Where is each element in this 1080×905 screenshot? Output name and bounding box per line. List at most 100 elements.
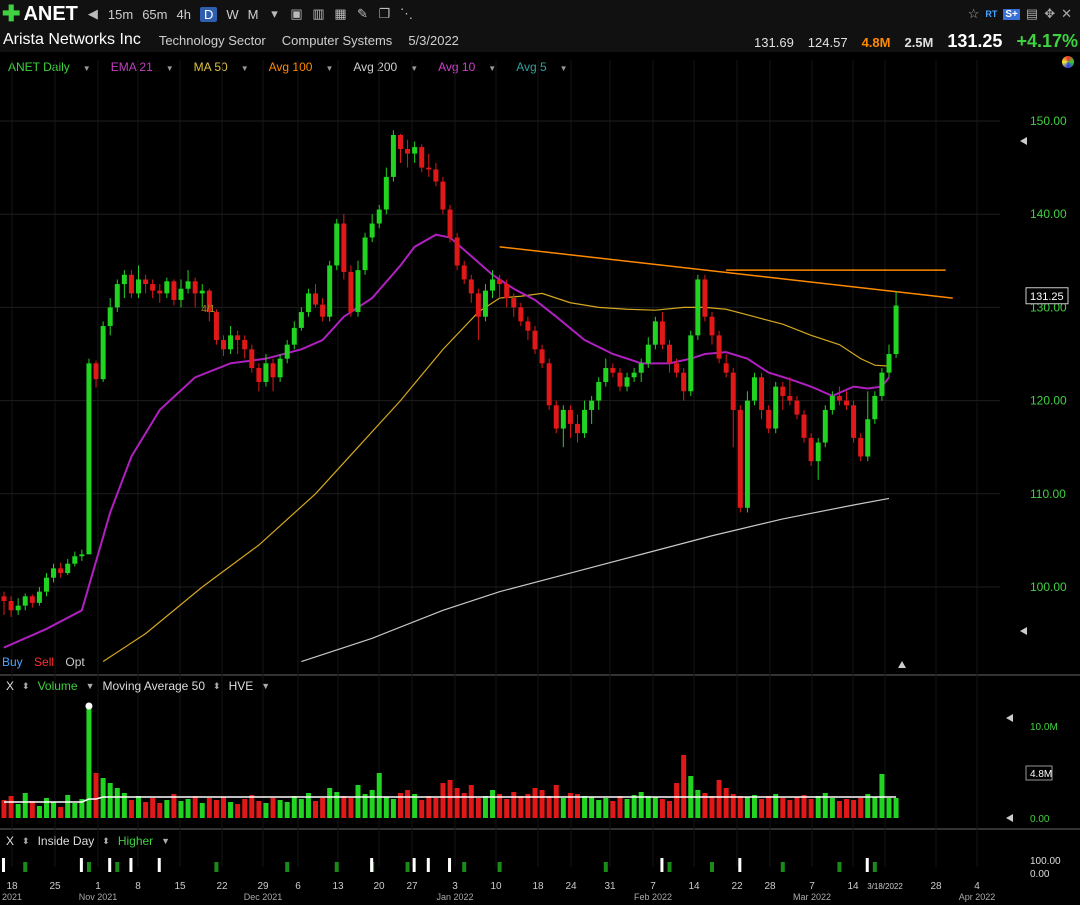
- candle: [511, 298, 517, 308]
- sector-label[interactable]: Technology Sector: [159, 33, 266, 48]
- x-tick-sublabel: Feb 2022: [634, 892, 672, 902]
- sell-button[interactable]: Sell: [34, 655, 54, 669]
- move-icon[interactable]: ✥: [1044, 6, 1055, 22]
- x-tick-label: 29: [257, 881, 269, 892]
- candle: [560, 409, 566, 429]
- panel-divider[interactable]: [0, 674, 1080, 676]
- tf-65m[interactable]: 65m: [142, 7, 167, 22]
- high-value: 131.69: [754, 35, 794, 50]
- scroll-down-icon[interactable]: [1020, 627, 1027, 635]
- higher-bar: [780, 862, 785, 872]
- candle: [313, 293, 319, 305]
- candle: [652, 321, 658, 345]
- chart-canvas[interactable]: 150.00140.00130.00120.00110.00100.004/11…: [0, 52, 1080, 905]
- save-icon[interactable]: ▤: [1026, 6, 1038, 22]
- hve-label[interactable]: HVE: [229, 679, 254, 693]
- volume-bar: [475, 798, 481, 818]
- volume-bar: [235, 804, 241, 818]
- tf-daily[interactable]: D: [199, 6, 218, 22]
- candle: [426, 167, 432, 170]
- volume-close-button[interactable]: X: [6, 679, 14, 693]
- candle: [369, 223, 375, 238]
- tf-monthly[interactable]: M: [248, 7, 259, 22]
- volume-bar: [143, 802, 149, 818]
- candle: [688, 335, 694, 392]
- candle: [815, 442, 821, 462]
- chevron-down-icon[interactable]: ▼: [86, 681, 95, 691]
- calculator-icon[interactable]: ▦: [333, 7, 347, 21]
- options-button[interactable]: Opt: [65, 655, 84, 669]
- tf-weekly[interactable]: W: [226, 7, 238, 22]
- rt-badge[interactable]: RT: [985, 9, 997, 19]
- higher-label[interactable]: Higher: [118, 834, 153, 848]
- higher-bar: [285, 862, 290, 872]
- percent-change: +4.17%: [1016, 31, 1078, 51]
- star-icon[interactable]: ☆: [968, 6, 980, 22]
- volume-ma-label[interactable]: Moving Average 50: [103, 679, 206, 693]
- candle: [447, 209, 453, 238]
- higher-bar: [405, 862, 410, 872]
- industry-label[interactable]: Computer Systems: [282, 33, 393, 48]
- volume-bar: [624, 799, 630, 818]
- candle: [709, 316, 715, 336]
- volume-bar: [851, 800, 857, 818]
- candle: [532, 330, 538, 350]
- tf-15m[interactable]: 15m: [108, 7, 133, 22]
- candle: [589, 400, 595, 410]
- candle: [65, 563, 71, 574]
- scroll-down-icon[interactable]: [1006, 814, 1013, 822]
- chevron-down-icon[interactable]: ▾: [267, 7, 281, 21]
- tf-4h[interactable]: 4h: [176, 7, 190, 22]
- candle: [659, 321, 665, 345]
- inside-day-bar: [108, 858, 112, 872]
- candle: [51, 568, 57, 578]
- close-icon[interactable]: ✕: [1061, 6, 1072, 22]
- bar-chart-icon[interactable]: ▥: [311, 7, 325, 21]
- volume-bar: [298, 799, 304, 818]
- move-panel-icon[interactable]: ⬍: [22, 836, 30, 847]
- indicator-close-button[interactable]: X: [6, 834, 14, 848]
- volume-bar: [114, 788, 120, 818]
- higher-bar: [872, 862, 877, 872]
- panel-divider[interactable]: [0, 828, 1080, 830]
- chevron-down-icon[interactable]: ▼: [161, 836, 170, 846]
- speaker-icon[interactable]: ◀: [86, 7, 100, 21]
- scroll-up-icon[interactable]: [1006, 714, 1013, 722]
- volume-bar: [426, 796, 432, 818]
- move-panel-icon[interactable]: ⬍: [22, 681, 30, 692]
- chart-type-icon[interactable]: ▣: [289, 7, 303, 21]
- candle: [475, 293, 481, 317]
- candle: [270, 363, 276, 378]
- volume-bar: [709, 796, 715, 818]
- candle: [596, 381, 602, 401]
- candle: [574, 423, 580, 434]
- volume-bar: [490, 790, 496, 818]
- move-panel-icon[interactable]: ⬍: [102, 836, 110, 847]
- candle: [15, 605, 21, 611]
- volume-bar: [178, 801, 184, 818]
- collapse-icon[interactable]: [898, 661, 906, 668]
- buy-button[interactable]: Buy: [2, 655, 23, 669]
- volume-bar: [341, 796, 347, 818]
- candle: [525, 321, 531, 331]
- chevron-down-icon[interactable]: ▼: [261, 681, 270, 691]
- candle: [730, 372, 736, 410]
- move-panel-icon[interactable]: ⬍: [213, 681, 221, 692]
- volume-bar: [766, 796, 772, 818]
- volume-bar: [355, 785, 361, 818]
- symbol-label[interactable]: ANET: [23, 3, 77, 26]
- inside-day-label[interactable]: Inside Day: [38, 834, 95, 848]
- add-symbol-icon[interactable]: ✚: [2, 3, 20, 25]
- volume-bar: [277, 800, 283, 818]
- volume-bar: [157, 803, 163, 818]
- s-plus-button[interactable]: S+: [1003, 8, 1020, 20]
- layers-icon[interactable]: ❐: [377, 7, 391, 21]
- volume-bar: [652, 797, 658, 818]
- x-tick-label: 13: [332, 881, 344, 892]
- share-icon[interactable]: ⋱: [399, 7, 413, 21]
- volume-label[interactable]: Volume: [38, 679, 78, 693]
- candle: [242, 340, 248, 350]
- pencil-icon[interactable]: ✎: [355, 7, 369, 21]
- scroll-up-icon[interactable]: [1020, 137, 1027, 145]
- x-tick-label: 20: [373, 881, 385, 892]
